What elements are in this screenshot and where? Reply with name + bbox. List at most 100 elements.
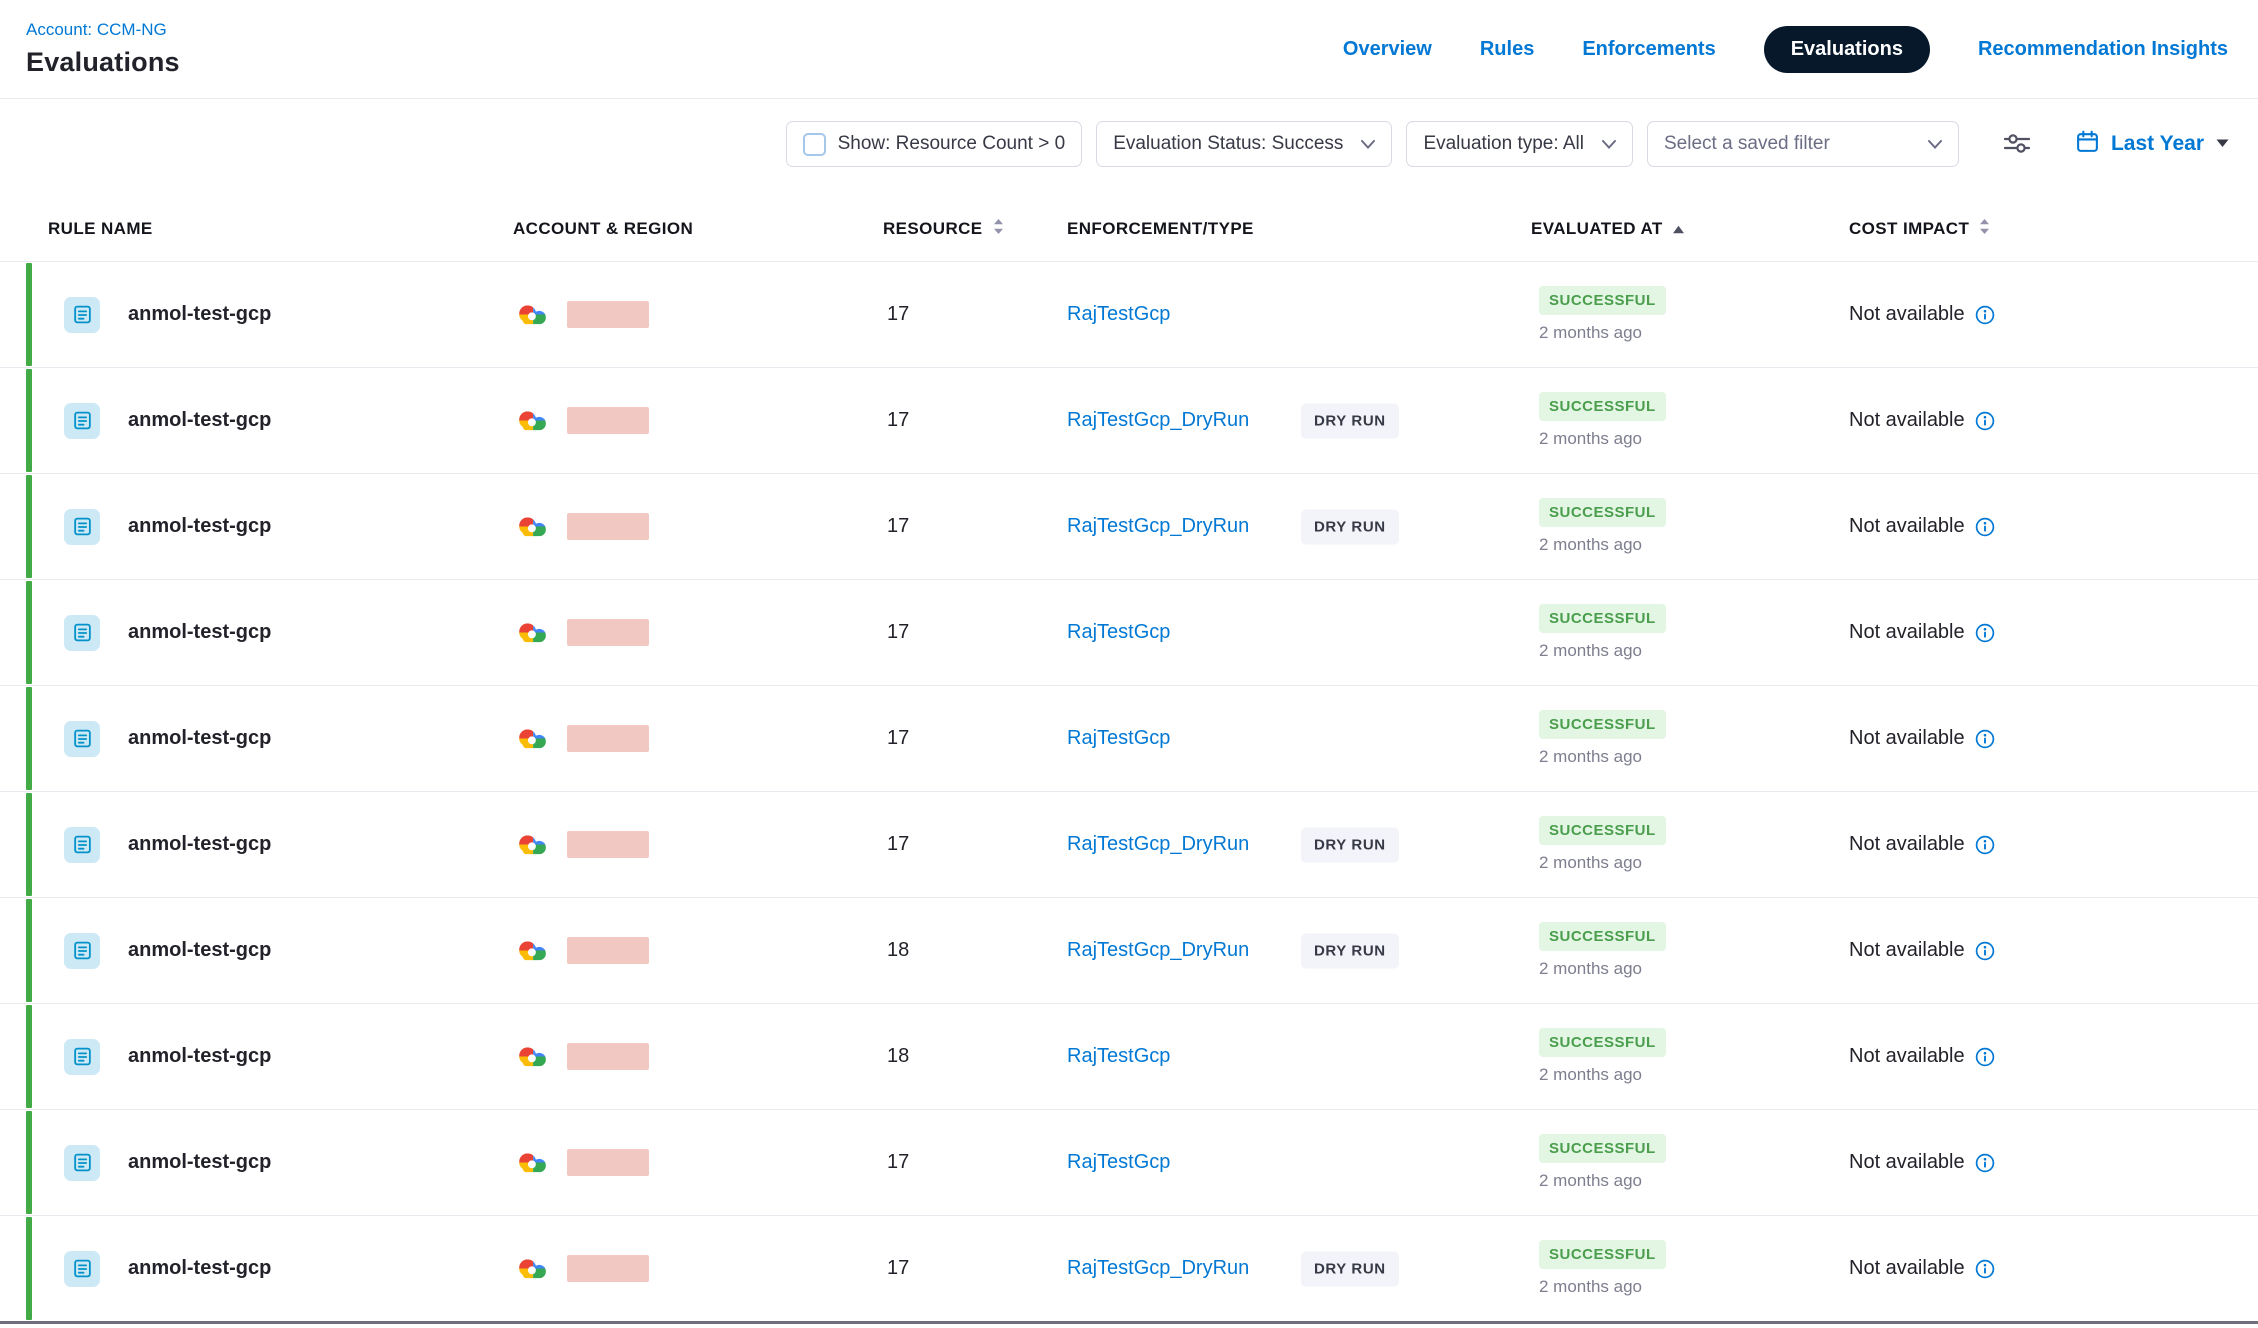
evaluated-at-cell: SUCCESSFUL 2 months ago xyxy=(1531,392,1849,449)
table-row[interactable]: anmol-test-gcp xyxy=(0,1003,2258,1109)
chevron-down-icon xyxy=(1928,140,1942,149)
info-icon[interactable] xyxy=(1975,517,1995,537)
enforcement-cell: RajTestGcp xyxy=(1067,1110,1531,1215)
info-icon[interactable] xyxy=(1975,1259,1995,1279)
table-body: anmol-test-gcp xyxy=(0,261,2258,1321)
info-icon[interactable] xyxy=(1975,411,1995,431)
enforcement-link[interactable]: RajTestGcp xyxy=(1067,1045,1170,1068)
table-row[interactable]: anmol-test-gcp xyxy=(0,473,2258,579)
table-row[interactable]: anmol-test-gcp xyxy=(0,261,2258,367)
cost-impact-cell: Not available xyxy=(1849,727,2258,750)
cost-impact-value: Not available xyxy=(1849,833,1965,856)
column-header-resource[interactable]: RESOURCE xyxy=(883,218,1067,240)
rule-name: anmol-test-gcp xyxy=(128,939,271,962)
caret-down-icon xyxy=(2215,135,2230,153)
cost-impact-cell: Not available xyxy=(1849,409,2258,432)
table-row[interactable]: anmol-test-gcp xyxy=(0,897,2258,1003)
sort-icon[interactable] xyxy=(992,218,1005,240)
rule-name: anmol-test-gcp xyxy=(128,409,271,432)
dry-run-badge: DRY RUN xyxy=(1301,827,1399,862)
evaluated-time: 2 months ago xyxy=(1539,535,1642,555)
resource-count-checkbox[interactable] xyxy=(803,133,826,156)
rule-name: anmol-test-gcp xyxy=(128,833,271,856)
column-label: EVALUATED AT xyxy=(1531,219,1663,239)
rule-name: anmol-test-gcp xyxy=(128,303,271,326)
evaluated-time: 2 months ago xyxy=(1539,429,1642,449)
nav-item-overview[interactable]: Overview xyxy=(1343,38,1432,61)
status-badge: SUCCESSFUL xyxy=(1539,816,1666,845)
enforcement-link[interactable]: RajTestGcp xyxy=(1067,621,1170,644)
enforcement-link[interactable]: RajTestGcp xyxy=(1067,1151,1170,1174)
nav-item-recommendation-insights[interactable]: Recommendation Insights xyxy=(1978,38,2228,61)
column-label: RULE NAME xyxy=(48,219,153,239)
enforcement-link[interactable]: RajTestGcp xyxy=(1067,303,1170,326)
dry-run-badge: DRY RUN xyxy=(1301,1251,1399,1286)
table-row[interactable]: anmol-test-gcp xyxy=(0,579,2258,685)
rule-name: anmol-test-gcp xyxy=(128,515,271,538)
table-row[interactable]: anmol-test-gcp xyxy=(0,367,2258,473)
resource-count: 17 xyxy=(883,303,1067,326)
evaluated-time: 2 months ago xyxy=(1539,959,1642,979)
nav-item-enforcements[interactable]: Enforcements xyxy=(1582,38,1715,61)
cost-impact-cell: Not available xyxy=(1849,1151,2258,1174)
info-icon[interactable] xyxy=(1975,835,1995,855)
info-icon[interactable] xyxy=(1975,1047,1995,1067)
info-icon[interactable] xyxy=(1975,623,1995,643)
sort-icon[interactable] xyxy=(1978,218,1991,240)
resource-count: 17 xyxy=(883,515,1067,538)
table-row[interactable]: anmol-test-gcp xyxy=(0,791,2258,897)
cost-impact-value: Not available xyxy=(1849,1151,1965,1174)
cost-impact-value: Not available xyxy=(1849,303,1965,326)
column-header-evaluated-at[interactable]: EVALUATED AT xyxy=(1531,219,1849,239)
saved-filter-dropdown[interactable]: Select a saved filter xyxy=(1647,121,1959,167)
page-header: Account: CCM-NG Evaluations Overview Rul… xyxy=(0,0,2258,99)
date-range-picker[interactable]: Last Year xyxy=(2075,129,2230,159)
evaluation-type-dropdown[interactable]: Evaluation type: All xyxy=(1406,121,1633,167)
enforcement-link[interactable]: RajTestGcp_DryRun xyxy=(1067,515,1249,538)
table-header-row: RULE NAME ACCOUNT & REGION RESOURCE ENFO… xyxy=(0,197,2258,261)
info-icon[interactable] xyxy=(1975,305,1995,325)
rule-name-cell: anmol-test-gcp xyxy=(48,403,513,439)
status-badge: SUCCESSFUL xyxy=(1539,392,1666,421)
account-region-redacted xyxy=(567,619,649,646)
evaluated-at-cell: SUCCESSFUL 2 months ago xyxy=(1531,1028,1849,1085)
evaluated-time: 2 months ago xyxy=(1539,747,1642,767)
rule-name-cell: anmol-test-gcp xyxy=(48,615,513,651)
enforcement-link[interactable]: RajTestGcp xyxy=(1067,727,1170,750)
gcp-cloud-icon xyxy=(513,937,552,964)
rule-icon xyxy=(64,1039,100,1075)
date-range-value: Last Year xyxy=(2111,132,2204,156)
gcp-cloud-icon xyxy=(513,407,552,434)
rule-name-cell: anmol-test-gcp xyxy=(48,1145,513,1181)
filter-settings-button[interactable] xyxy=(1999,127,2035,162)
nav-item-evaluations[interactable]: Evaluations xyxy=(1764,26,1930,73)
enforcement-link[interactable]: RajTestGcp_DryRun xyxy=(1067,409,1249,432)
table-row[interactable]: anmol-test-gcp xyxy=(0,1109,2258,1215)
table-row[interactable]: anmol-test-gcp xyxy=(0,685,2258,791)
cost-impact-value: Not available xyxy=(1849,1257,1965,1280)
enforcement-link[interactable]: RajTestGcp_DryRun xyxy=(1067,939,1249,962)
account-region-cell xyxy=(513,1255,883,1282)
account-region-redacted xyxy=(567,1255,649,1282)
info-icon[interactable] xyxy=(1975,729,1995,749)
sort-asc-icon[interactable] xyxy=(1672,219,1685,239)
enforcement-link[interactable]: RajTestGcp_DryRun xyxy=(1067,833,1249,856)
evaluation-status-dropdown[interactable]: Evaluation Status: Success xyxy=(1096,121,1392,167)
info-icon[interactable] xyxy=(1975,1153,1995,1173)
column-header-cost-impact[interactable]: COST IMPACT xyxy=(1849,218,2258,240)
account-breadcrumb[interactable]: Account: CCM-NG xyxy=(26,20,180,40)
nav-item-rules[interactable]: Rules xyxy=(1480,38,1534,61)
sliders-icon xyxy=(2003,131,2031,158)
account-region-cell xyxy=(513,301,883,328)
resource-count-filter[interactable]: Show: Resource Count > 0 xyxy=(786,121,1083,167)
cost-impact-value: Not available xyxy=(1849,409,1965,432)
evaluated-at-cell: SUCCESSFUL 2 months ago xyxy=(1531,604,1849,661)
rule-icon xyxy=(64,615,100,651)
evaluated-at-cell: SUCCESSFUL 2 months ago xyxy=(1531,816,1849,873)
table-row[interactable]: anmol-test-gcp xyxy=(0,1215,2258,1321)
top-nav: Overview Rules Enforcements Evaluations … xyxy=(1343,26,2228,73)
gcp-cloud-icon xyxy=(513,725,552,752)
resource-count: 18 xyxy=(883,939,1067,962)
enforcement-link[interactable]: RajTestGcp_DryRun xyxy=(1067,1257,1249,1280)
info-icon[interactable] xyxy=(1975,941,1995,961)
